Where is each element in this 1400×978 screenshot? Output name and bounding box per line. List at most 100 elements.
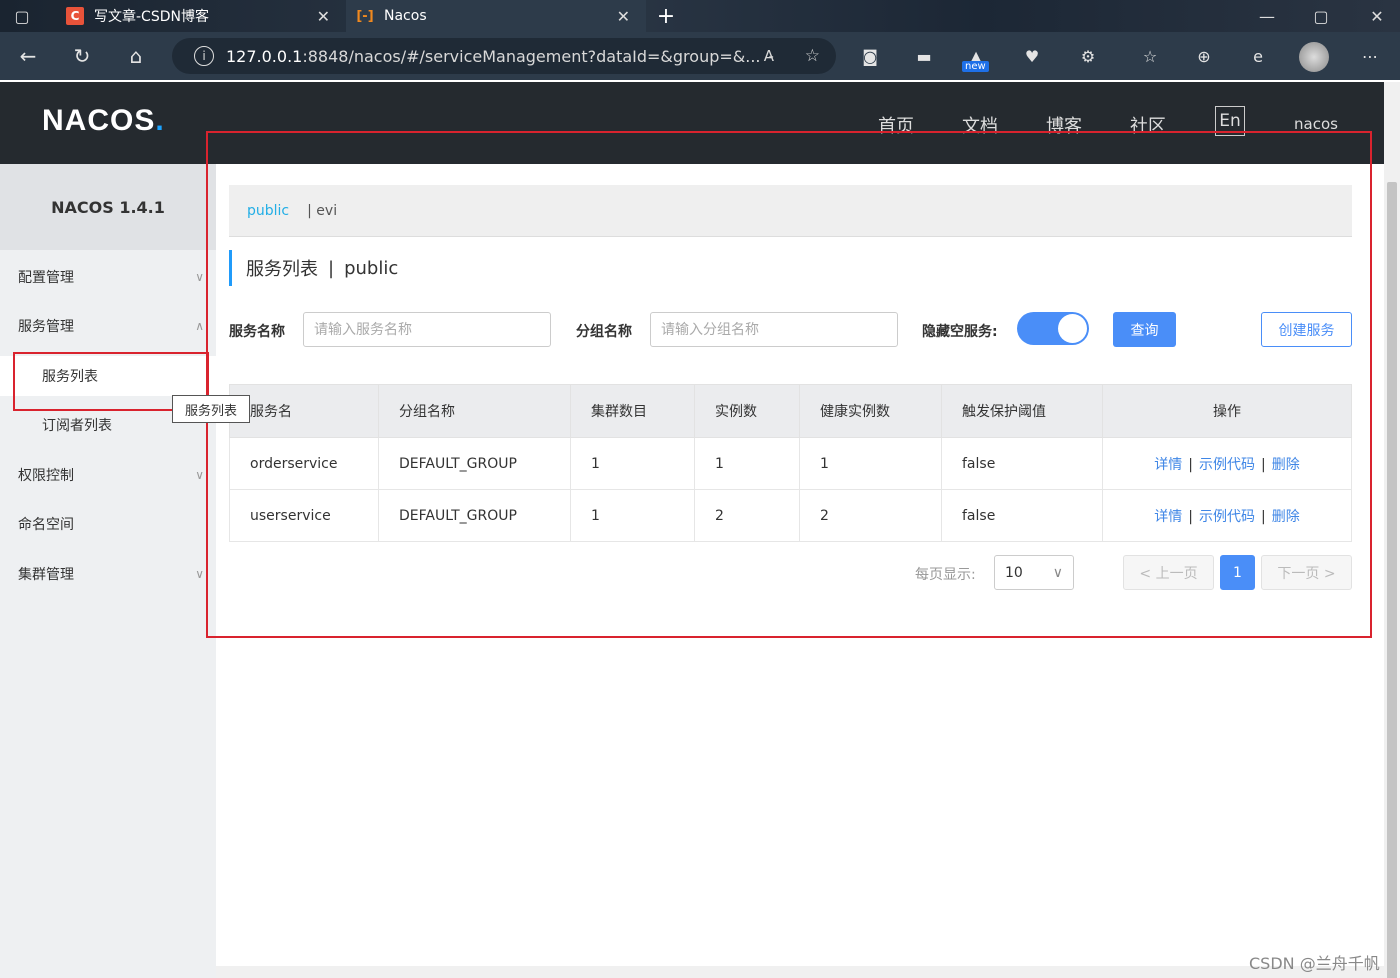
new-tab-icon[interactable]: + (652, 0, 680, 32)
extensions-icon[interactable]: ⚙ (1074, 42, 1102, 70)
info-icon[interactable]: i (194, 46, 214, 66)
service-name-label: 服务名称 (229, 324, 285, 340)
namespace-public[interactable]: public (247, 203, 289, 219)
tab-title: Nacos (384, 8, 427, 24)
table-header-row: 服务名 分组名称 集群数目 实例数 健康实例数 触发保护阈值 操作 (229, 384, 1352, 438)
close-window-icon[interactable]: ✕ (1354, 0, 1400, 32)
refresh-icon[interactable]: ↻ (66, 40, 98, 72)
col-group-name: 分组名称 (378, 384, 571, 438)
cell-healthy: 2 (799, 489, 942, 542)
group-name-label: 分组名称 (576, 324, 632, 340)
nav-docs[interactable]: 文档 (962, 112, 998, 138)
col-threshold: 触发保护阈值 (941, 384, 1103, 438)
scrollbar-thumb[interactable] (1387, 182, 1397, 978)
sidebar-item-label: 权限控制 (18, 468, 74, 484)
sidebar-item-label: 服务管理 (18, 319, 74, 335)
new-badge: new (962, 61, 989, 72)
tab-actions-icon[interactable]: ▢ (0, 0, 44, 32)
service-name-input[interactable] (303, 312, 551, 347)
read-aloud-icon[interactable]: A̵ (764, 47, 774, 65)
page-title: 服务列表 | public (229, 250, 398, 286)
sidebar-item-label: 集群管理 (18, 567, 74, 583)
cell-service-name: userservice (229, 489, 379, 542)
extension-icon[interactable]: ▬ (910, 42, 938, 70)
main-content: public | evi 服务列表|public 服务名称 分组名称 隐藏空服务… (216, 164, 1384, 970)
url-path: :8848/nacos/#/serviceManagement?dataId=&… (302, 46, 761, 66)
nacos-header: NACOS. 首页 文档 博客 社区 En nacos (0, 82, 1384, 164)
favorites-icon[interactable]: ☆ (1136, 42, 1164, 70)
col-service-name: 服务名 (229, 384, 379, 438)
more-icon[interactable]: ⋯ (1356, 42, 1384, 70)
cell-operations: 详情 | 示例代码 | 删除 (1102, 489, 1352, 542)
ie-mode-icon[interactable]: e (1244, 42, 1272, 70)
minimize-icon[interactable]: — (1244, 0, 1290, 32)
cell-threshold: false (941, 489, 1103, 542)
cell-instances: 1 (694, 437, 800, 490)
extension-icon[interactable]: ◙ (856, 42, 884, 70)
cell-group: DEFAULT_GROUP (378, 437, 571, 490)
hide-empty-toggle[interactable] (1017, 312, 1089, 345)
horizontal-scrollbar[interactable] (216, 966, 1384, 978)
sample-code-link[interactable]: 示例代码 (1199, 509, 1255, 525)
detail-link[interactable]: 详情 (1154, 457, 1182, 473)
sidebar-item-cluster[interactable]: 集群管理 ∨ (0, 554, 216, 594)
page-size-label: 每页显示: (915, 567, 976, 583)
sidebar-item-label: 服务列表 (42, 369, 98, 385)
table-row: userservice DEFAULT_GROUP 1 2 2 false 详情… (229, 489, 1352, 542)
language-toggle-button[interactable]: En (1215, 106, 1245, 136)
browser-tab-nacos[interactable]: [-] Nacos ✕ (346, 0, 646, 32)
delete-link[interactable]: 删除 (1272, 509, 1300, 525)
nav-home[interactable]: 首页 (878, 112, 914, 138)
nacos-logo[interactable]: NACOS. (42, 104, 165, 138)
collections-icon[interactable]: ⊕ (1190, 42, 1218, 70)
sidebar: NACOS 1.4.1 配置管理 ∨ 服务管理 ∧ 服务列表 订阅者列表 权限控… (0, 164, 216, 978)
browser-tab-bar: ▢ C 写文章-CSDN博客 ✕ [-] Nacos ✕ + — ▢ ✕ (0, 0, 1400, 32)
namespace-evi[interactable]: | evi (307, 203, 337, 219)
home-icon[interactable]: ⌂ (120, 40, 152, 72)
prev-page-button[interactable]: < 上一页 (1123, 555, 1214, 590)
nacos-favicon-icon: [-] (356, 8, 374, 24)
nav-blog[interactable]: 博客 (1046, 112, 1082, 138)
maximize-icon[interactable]: ▢ (1298, 0, 1344, 32)
cell-healthy: 1 (799, 437, 942, 490)
cell-clusters: 1 (570, 437, 695, 490)
sidebar-item-service-mgmt[interactable]: 服务管理 ∧ (0, 306, 216, 346)
profile-avatar[interactable] (1299, 42, 1329, 72)
username[interactable]: nacos (1294, 115, 1338, 133)
browser-tab-csdn[interactable]: C 写文章-CSDN博客 ✕ (56, 0, 346, 32)
col-cluster-count: 集群数目 (570, 384, 695, 438)
watermark: CSDN @兰舟千帆 (1249, 954, 1380, 973)
nav-community[interactable]: 社区 (1130, 112, 1166, 138)
page-1-button[interactable]: 1 (1220, 555, 1255, 590)
next-page-button[interactable]: 下一页 > (1261, 555, 1352, 590)
sidebar-item-service-list[interactable]: 服务列表 (0, 356, 216, 396)
csdn-favicon-icon: C (66, 7, 84, 25)
close-tab-icon[interactable]: ✕ (617, 7, 630, 26)
close-tab-icon[interactable]: ✕ (317, 7, 330, 26)
add-favorite-icon[interactable]: ☆ (805, 46, 820, 66)
version-label: NACOS 1.4.1 (0, 164, 216, 250)
vertical-scrollbar[interactable] (1384, 82, 1400, 978)
url-field[interactable]: i 127.0.0.1 :8848/nacos/#/serviceManagem… (172, 38, 836, 74)
sidebar-item-namespace[interactable]: 命名空间 (0, 504, 216, 544)
back-icon[interactable]: ← (12, 40, 44, 72)
extension-icon[interactable]: ♥ (1018, 42, 1046, 70)
cell-group: DEFAULT_GROUP (378, 489, 571, 542)
group-name-input[interactable] (650, 312, 898, 347)
sample-code-link[interactable]: 示例代码 (1199, 457, 1255, 473)
query-button[interactable]: 查询 (1113, 312, 1176, 347)
chevron-down-icon: ∨ (195, 270, 204, 284)
extension-new-icon[interactable]: ▲ new (962, 42, 990, 72)
page-size-select[interactable]: 10 ∨ (994, 555, 1074, 590)
cell-service-name: orderservice (229, 437, 379, 490)
create-service-button[interactable]: 创建服务 (1261, 312, 1352, 347)
tab-title: 写文章-CSDN博客 (94, 9, 209, 25)
cell-threshold: false (941, 437, 1103, 490)
detail-link[interactable]: 详情 (1154, 509, 1182, 525)
sidebar-item-label: 配置管理 (18, 270, 74, 286)
sidebar-item-config[interactable]: 配置管理 ∨ (0, 257, 216, 297)
delete-link[interactable]: 删除 (1272, 457, 1300, 473)
sidebar-item-auth[interactable]: 权限控制 ∨ (0, 455, 216, 495)
toggle-knob (1058, 314, 1087, 343)
col-instance-count: 实例数 (694, 384, 800, 438)
